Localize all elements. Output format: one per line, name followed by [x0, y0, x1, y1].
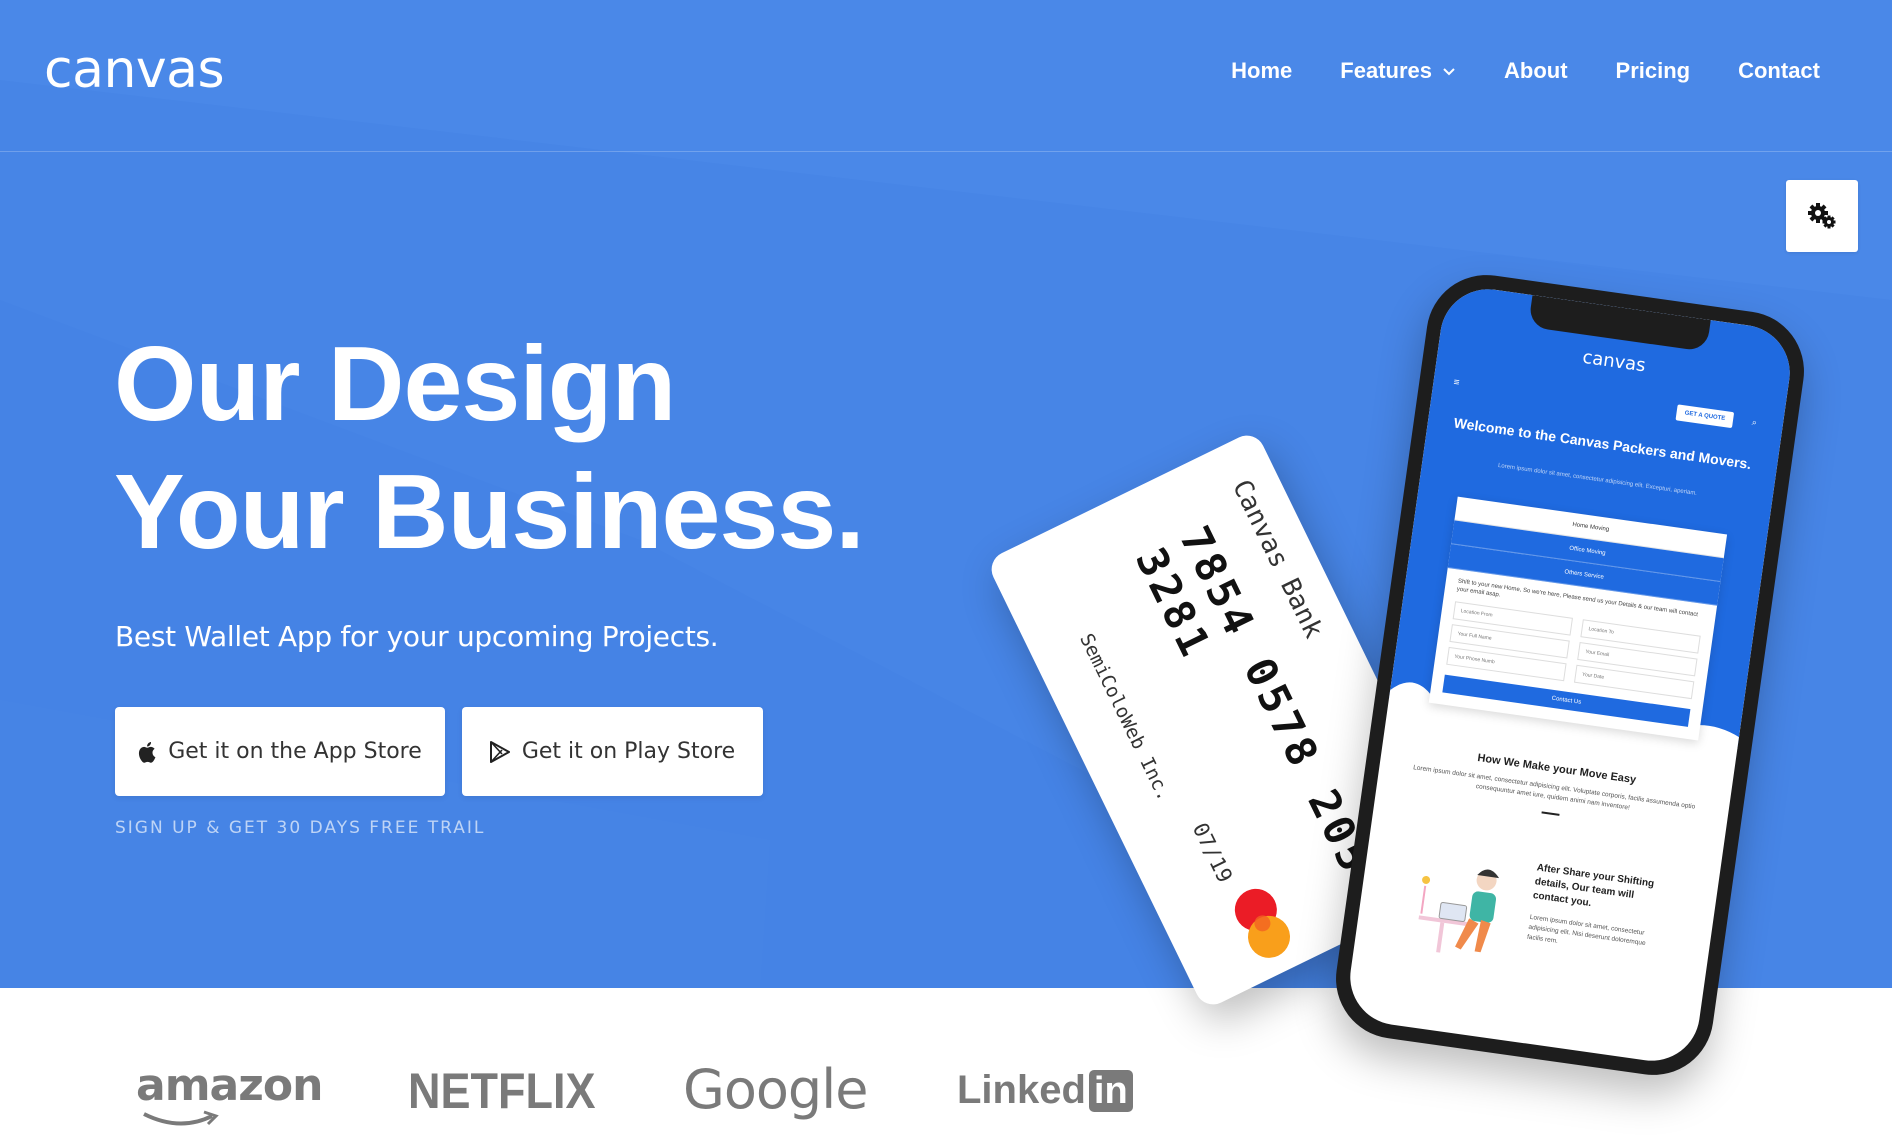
nav-features[interactable]: Features [1340, 58, 1456, 84]
phone-share-text: Lorem ipsum dolor sit amet, consectetur … [1526, 913, 1646, 948]
nav-pricing[interactable]: Pricing [1616, 58, 1691, 84]
netflix-logo: NETFLIX [408, 1063, 596, 1119]
headline-line-1: Our Design [114, 325, 676, 443]
nav-home[interactable]: Home [1231, 58, 1292, 84]
linkedin-text: Linked [957, 1068, 1086, 1112]
phone-share-title: After Share your Shifting details, Our t… [1532, 862, 1655, 910]
card-expiry: 07/19 [1187, 819, 1238, 887]
linkedin-logo: Linked in [957, 1068, 1133, 1113]
google-logo: Google [683, 1058, 868, 1121]
nav-home-label: Home [1231, 58, 1293, 83]
nav-contact-label: Contact [1738, 58, 1820, 83]
nav-contact[interactable]: Contact [1738, 58, 1820, 84]
headline-line-2: Your Business. [114, 453, 865, 571]
nav-pricing-label: Pricing [1615, 58, 1691, 83]
brand-logos: amazon NETFLIX Google Linked in [0, 1040, 1200, 1144]
phone-share-section: After Share your Shifting details, Our t… [1526, 861, 1666, 960]
gears-icon [1808, 203, 1836, 229]
app-store-label: Get it on the App Store [168, 739, 422, 764]
play-store-button[interactable]: Get it on Play Store [462, 707, 763, 796]
chevron-down-icon [1443, 68, 1455, 76]
amazon-smile-icon [143, 1110, 219, 1126]
free-trail-text: SIGN UP & GET 30 DAYS FREE TRAIL [115, 818, 486, 838]
nav-about-label: About [1504, 58, 1568, 83]
person-illustration [1418, 869, 1500, 953]
play-store-icon [489, 740, 510, 763]
hero-subtitle: Best Wallet App for your upcoming Projec… [115, 620, 719, 653]
hero-headline: Our Design Your Business. [114, 320, 865, 576]
site-logo[interactable]: canvas [44, 40, 225, 100]
settings-button[interactable] [1786, 180, 1858, 252]
linkedin-in-box: in [1088, 1069, 1133, 1112]
nav-about[interactable]: About [1504, 58, 1568, 84]
apple-icon [139, 741, 156, 763]
main-nav: Home Features About Pricing Contact [1231, 58, 1820, 84]
site-header: canvas Home Features About Pricing Conta… [0, 0, 1892, 152]
phone-how-section: How We Make your Move Easy Lorem ipsum d… [1406, 743, 1702, 835]
phone-form: Home Moving Office Moving Others Service… [1428, 496, 1728, 741]
phone-menu-icon: ≡ [1452, 377, 1461, 389]
app-store-button[interactable]: Get it on the App Store [115, 707, 445, 796]
phone-search-icon: ⌕ [1751, 416, 1758, 428]
nav-features-label: Features [1340, 58, 1432, 83]
amazon-logo: amazon [136, 1060, 323, 1111]
play-store-label: Get it on Play Store [521, 739, 736, 764]
phone-divider [1541, 811, 1560, 816]
